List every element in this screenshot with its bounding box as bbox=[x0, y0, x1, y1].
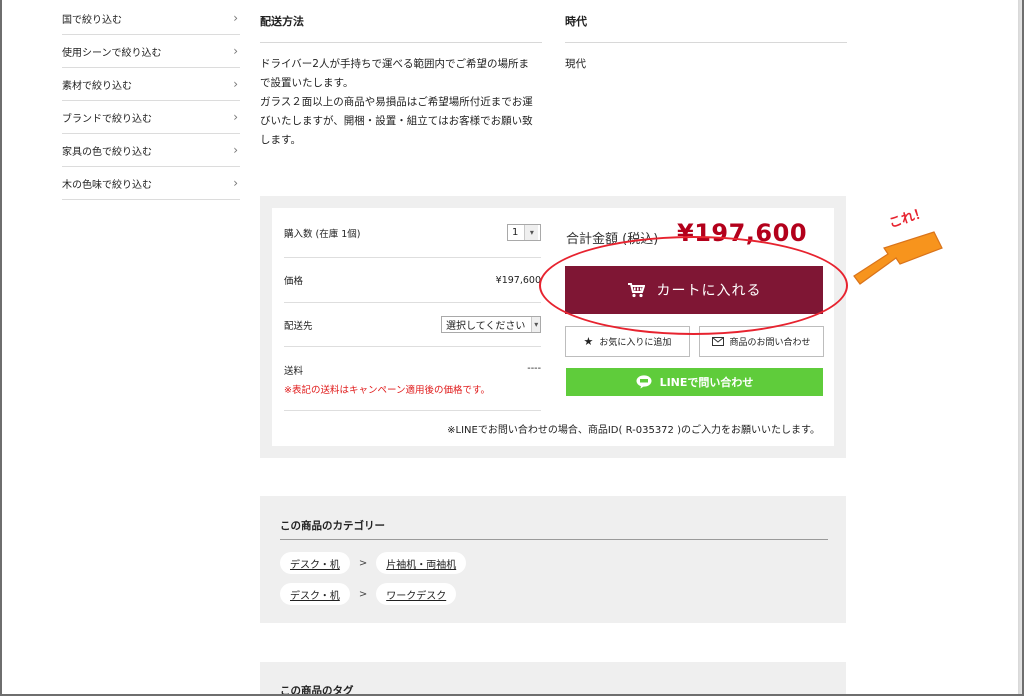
annotation-arrow-icon bbox=[853, 231, 943, 285]
sidebar-item-country[interactable]: 国で絞り込む › bbox=[62, 2, 240, 35]
price-value: ¥197,600 bbox=[495, 274, 541, 286]
price-label: 価格 bbox=[284, 276, 304, 287]
chevron-right-icon: › bbox=[233, 11, 238, 25]
sidebar-item-label: 素材で絞り込む bbox=[62, 80, 132, 92]
shipping-fee-label: 送料 bbox=[284, 366, 304, 377]
mail-icon bbox=[712, 337, 725, 346]
sidebar-item-material[interactable]: 素材で絞り込む › bbox=[62, 68, 240, 101]
sidebar-item-label: 使用シーンで絞り込む bbox=[62, 47, 162, 59]
sidebar-item-label: ブランドで絞り込む bbox=[62, 113, 152, 125]
destination-label: 配送先 bbox=[284, 320, 313, 332]
window-edge-shadow bbox=[1018, 0, 1024, 696]
sidebar-item-scene[interactable]: 使用シーンで絞り込む › bbox=[62, 35, 240, 68]
chevron-right-icon: › bbox=[233, 176, 238, 190]
breadcrumb-separator: > bbox=[358, 588, 368, 600]
chevron-down-icon: ▾ bbox=[524, 225, 539, 240]
quantity-value: 1 bbox=[512, 227, 519, 238]
era-section: 時代 現代 bbox=[565, 0, 847, 74]
line-inquiry-button[interactable]: LINEで問い合わせ bbox=[566, 368, 823, 396]
line-inquiry-note: ※LINEでお問い合わせの場合、商品ID( R-035372 )のご入力をお願い… bbox=[447, 425, 820, 436]
shipping-method-heading: 配送方法 bbox=[260, 0, 542, 43]
era-value: 現代 bbox=[565, 58, 586, 70]
shipping-line: ドライバー2人が手持ちで運べる範囲内でご希望の場所ま bbox=[260, 58, 529, 70]
quantity-row: 購入数 (在庫 1個) 1 ▾ bbox=[284, 208, 541, 258]
shipping-line: びいたしますが、開梱・設置・組立てはお客様でお願い致 bbox=[260, 115, 533, 127]
category-link-work-desk[interactable]: ワークデスク bbox=[376, 583, 457, 605]
chevron-right-icon: › bbox=[233, 77, 238, 91]
destination-select[interactable]: 選択してください ▾ bbox=[441, 316, 541, 333]
sidebar-item-brand[interactable]: ブランドで絞り込む › bbox=[62, 101, 240, 134]
category-breadcrumb: デスク・机 > 片袖机・両袖机 bbox=[280, 552, 467, 574]
breadcrumb-separator: > bbox=[358, 557, 368, 569]
sidebar-item-wood-tone[interactable]: 木の色味で絞り込む › bbox=[62, 167, 240, 200]
destination-value: 選択してください bbox=[446, 321, 526, 332]
category-link-pedestal-desk[interactable]: 片袖机・両袖机 bbox=[376, 552, 467, 574]
tag-title: この商品のタグ bbox=[280, 685, 354, 696]
category-link-desk[interactable]: デスク・机 bbox=[280, 583, 350, 605]
destination-row: 配送先 選択してください ▾ bbox=[284, 303, 541, 347]
category-title: この商品のカテゴリー bbox=[280, 518, 828, 540]
chevron-right-icon: › bbox=[233, 44, 238, 58]
quantity-label: 購入数 (在庫 1個) bbox=[284, 228, 361, 240]
shipping-line: します。 bbox=[260, 134, 301, 146]
shipping-fee-row: 送料 ---- ※表記の送料はキャンペーン適用後の価格です。 bbox=[284, 347, 541, 411]
sidebar-item-furniture-color[interactable]: 家具の色で絞り込む › bbox=[62, 134, 240, 167]
product-inquiry-label: 商品のお問い合わせ bbox=[729, 338, 811, 348]
shipping-method-section: 配送方法 ドライバー2人が手持ちで運べる範囲内でご希望の場所ま で設置いたします… bbox=[260, 0, 542, 150]
price-row: 価格 ¥197,600 bbox=[284, 258, 541, 303]
chevron-down-icon: ▾ bbox=[531, 317, 540, 332]
filter-sidebar: 国で絞り込む › 使用シーンで絞り込む › 素材で絞り込む › ブランドで絞り込… bbox=[62, 2, 240, 200]
chevron-right-icon: › bbox=[233, 143, 238, 157]
shipping-line: で設置いたします。 bbox=[260, 77, 354, 89]
category-breadcrumb: デスク・机 > ワークデスク bbox=[280, 583, 457, 605]
shipping-fee-value: ---- bbox=[527, 363, 541, 374]
line-inquiry-label: LINEで問い合わせ bbox=[659, 376, 754, 389]
line-logo-icon bbox=[636, 375, 652, 389]
shipping-line: ガラス２面以上の商品や易損品はご希望場所付近までお運 bbox=[260, 96, 533, 108]
shipping-campaign-note: ※表記の送料はキャンペーン適用後の価格です。 bbox=[284, 385, 491, 396]
shipping-method-text: ドライバー2人が手持ちで運べる範囲内でご希望の場所ま で設置いたします。 ガラス… bbox=[260, 43, 542, 150]
category-panel: この商品のカテゴリー デスク・机 > 片袖机・両袖机 デスク・机 > ワークデス… bbox=[260, 496, 846, 623]
add-to-favorites-label: お気に入りに追加 bbox=[599, 338, 672, 348]
chevron-right-icon: › bbox=[233, 110, 238, 124]
category-link-desk[interactable]: デスク・机 bbox=[280, 552, 350, 574]
sidebar-item-label: 家具の色で絞り込む bbox=[62, 146, 152, 158]
tag-panel: この商品のタグ bbox=[260, 662, 846, 696]
sidebar-item-label: 国で絞り込む bbox=[62, 14, 122, 26]
quantity-select[interactable]: 1 ▾ bbox=[507, 224, 541, 241]
sidebar-item-label: 木の色味で絞り込む bbox=[62, 179, 152, 191]
era-heading: 時代 bbox=[565, 0, 847, 43]
star-icon: ★ bbox=[583, 335, 594, 348]
highlight-ellipse bbox=[539, 236, 848, 335]
